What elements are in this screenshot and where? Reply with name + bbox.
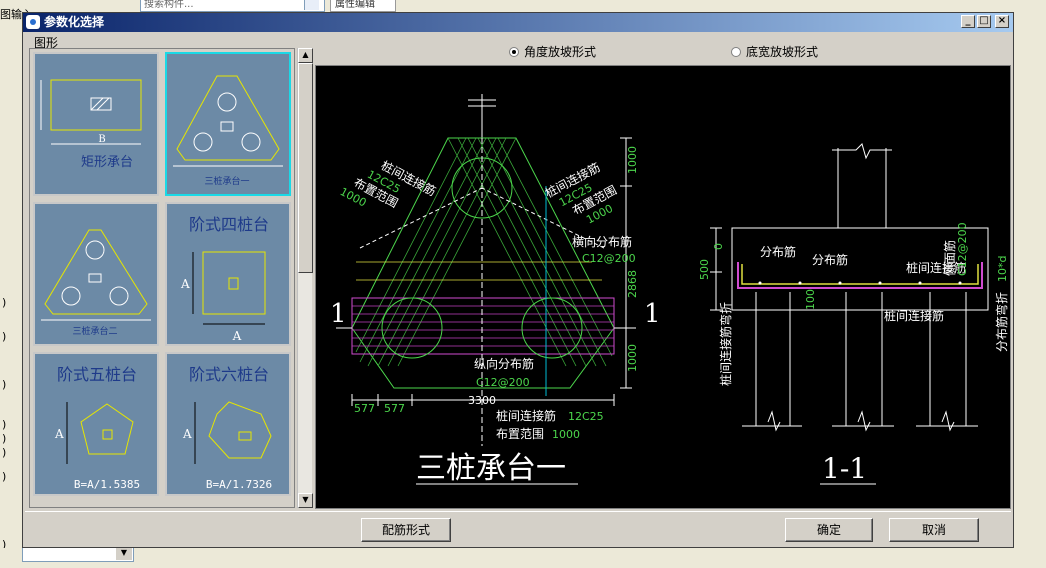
section-title: 1-1 [822,452,867,485]
dim-a-label: A [182,427,192,441]
minimize-button[interactable]: _ [961,15,975,28]
drawing-preview: 1 1 1000 2868 1000 577 577 3300 桩间连接筋 12… [315,65,1011,509]
dim-a-label: A [180,277,190,291]
thumb-label: 阶式六桩台 [189,365,269,384]
dim-100: 100 [804,289,817,310]
thumb-label: 矩形承台 [81,155,133,170]
label-horizontal-spec: C12@200 [582,252,636,265]
thumb-three-pile-cap-1[interactable]: 三桩承台一 [165,52,291,196]
close-button[interactable]: × [995,15,1009,28]
sec-label-dist-1: 分布筋 [760,244,796,259]
sec-label-dist-2: 分布筋 [812,252,848,267]
scroll-down-icon[interactable]: ▼ [298,493,313,508]
slope-form-options: 角度放坡形式 底宽放坡形式 [315,35,1011,63]
scroll-up-icon[interactable]: ▲ [298,48,313,63]
sec-label-hook-left: 桩间连接筋弯折 [718,302,733,386]
section-mark-left: 1 [330,299,347,329]
dim-b-label: B [98,134,105,145]
sec-label-hook-right: 分布筋弯折 [994,292,1009,352]
label-bottom-range-val: 1000 [552,428,580,441]
label-bottom-range: 布置范围 [496,427,544,441]
sec-label-side-spec: C12@200 [956,222,969,276]
formula-label: B=A/1.5385 [74,478,140,491]
shape-list-pane: 图形 B 矩形承台 三桩承台一 三桩承台二 阶式四桩台 A A 阶式五桩台 A … [25,34,313,510]
sec-label-tie-bottom: 桩间连接筋 [884,308,944,323]
dim-a-label: A [232,329,242,343]
dialog-titlebar[interactable]: 参数化选择 _ □ × [23,13,1013,32]
label-bottom-tie: 桩间连接筋 [496,408,556,423]
formula-label: B=A/1.7326 [206,478,272,491]
four-pile-icon: 阶式四桩台 A A [180,215,269,343]
background-right-pane [1014,12,1046,568]
sec-label-side: 侧面筋 [942,240,957,276]
background-search-input[interactable]: 搜索构件... [140,0,325,12]
radio-selected-icon[interactable] [509,47,519,57]
radio-angle-slope[interactable]: 角度放坡形式 [509,43,596,60]
dim-a-label: A [54,427,64,441]
dim-2868: 2868 [626,270,639,298]
five-pile-icon: 阶式五桩台 A B=A/1.5385 [54,365,140,491]
rect-cap-icon: B 矩形承台 [40,79,142,170]
app-icon [26,15,40,29]
radio-label: 角度放坡形式 [524,45,597,59]
thumb-step-four-pile[interactable]: 阶式四桩台 A A [165,202,291,346]
label-longitudinal-dist: 纵向分布筋 [474,356,534,371]
search-icon[interactable] [304,0,319,10]
thumb-three-pile-cap-2[interactable]: 三桩承台二 [33,202,159,346]
thumb-label: 阶式四桩台 [189,215,269,234]
ok-button[interactable]: 确定 [785,518,873,542]
background-tab[interactable]: 属性编辑 [330,0,396,12]
three-pile-cap-icon: 三桩承台二 [41,229,151,337]
thumb-label: 三桩承台一 [204,175,249,187]
label-horizontal-dist: 横向分布筋 [572,234,632,249]
chevron-down-icon[interactable]: ▼ [116,546,132,560]
param-select-dialog: 参数化选择 _ □ × 图形 B 矩形承台 三桩承台一 三桩承台二 阶式四桩台 … [22,12,1014,548]
radio-unselected-icon[interactable] [731,47,741,57]
six-pile-icon: 阶式六桩台 A B=A/1.7326 [182,365,272,491]
sec-label-10d: 10*d [996,256,1009,282]
radio-label: 底宽放坡形式 [746,45,819,59]
scroll-thumb[interactable] [298,63,313,273]
three-pile-cap-icon: 三桩承台一 [173,75,283,187]
dim-0: 0 [712,243,725,250]
thumb-label: 三桩承台二 [72,325,117,337]
dialog-title: 参数化选择 [44,15,105,29]
thumbnail-scrollbar[interactable]: ▲ ▼ [297,48,313,508]
dim-577-left: 577 [354,402,375,415]
dialog-button-bar: 配筋形式 确定 取消 [25,511,1011,546]
label-bottom-tie-spec: 12C25 [568,410,604,423]
dim-1000-bottom: 1000 [626,344,639,372]
thumb-step-five-pile[interactable]: 阶式五桩台 A B=A/1.5385 [33,352,159,496]
thumbnail-grid: B 矩形承台 三桩承台一 三桩承台二 阶式四桩台 A A 阶式五桩台 A B=A… [29,48,295,508]
thumb-label: 阶式五桩台 [57,365,137,384]
plan-title: 三桩承台一 [416,451,566,486]
dim-3300: 3300 [468,394,496,407]
dim-500: 500 [698,259,711,280]
section-mark-right: 1 [644,299,661,329]
background-bottom [0,548,1014,568]
background-left-strip: ))) ))))) [0,12,22,551]
label-longitudinal-spec: C12@200 [476,376,530,389]
dim-1000-top: 1000 [626,146,639,174]
maximize-button[interactable]: □ [977,15,991,28]
rebar-form-button[interactable]: 配筋形式 [361,518,451,542]
thumb-rect-cap[interactable]: B 矩形承台 [33,52,159,196]
cancel-button[interactable]: 取消 [889,518,979,542]
dim-577-right: 577 [384,402,405,415]
radio-width-slope[interactable]: 底宽放坡形式 [731,43,818,60]
cad-drawing: 1 1 1000 2868 1000 577 577 3300 桩间连接筋 12… [330,94,1009,486]
thumb-step-six-pile[interactable]: 阶式六桩台 A B=A/1.7326 [165,352,291,496]
